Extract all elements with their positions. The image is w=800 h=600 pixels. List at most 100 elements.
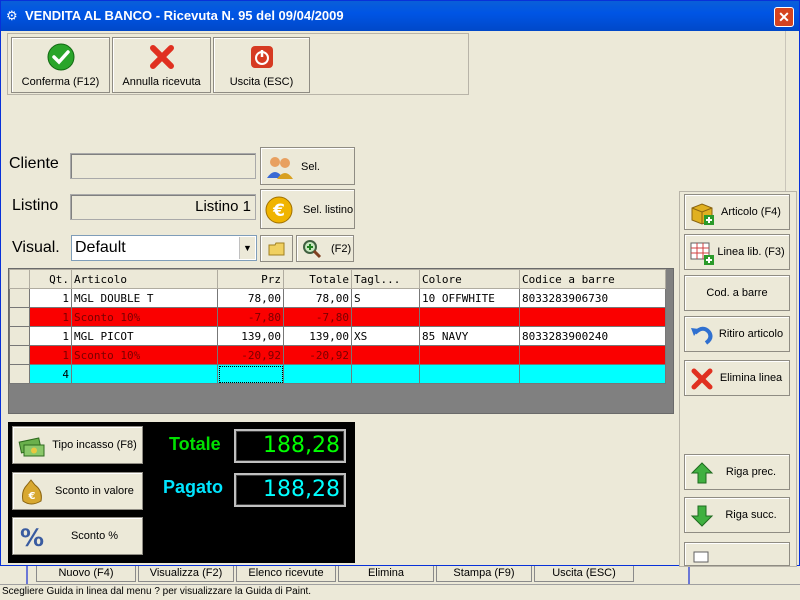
cell-size[interactable]	[351, 345, 420, 365]
table-row[interactable]: 1 MGL DOUBLE T 78,00 78,00 S 10 OFFWHITE…	[9, 288, 666, 308]
paid-value[interactable]: 188,28	[234, 473, 346, 507]
listino-field[interactable]: Listino 1	[70, 194, 256, 220]
cell-color[interactable]	[419, 364, 520, 384]
col-barcode-header[interactable]: Codice a barre	[519, 269, 666, 289]
cell-color[interactable]: 10 OFFWHITE	[419, 288, 520, 308]
cell-barcode[interactable]: 8033283906730	[519, 288, 666, 308]
row-indicator[interactable]	[9, 345, 30, 365]
cell-color[interactable]: 85 NAVY	[419, 326, 520, 346]
cell-size[interactable]: XS	[351, 326, 420, 346]
cell-barcode[interactable]: 8033283900240	[519, 326, 666, 346]
confirm-label: Conferma (F12)	[21, 76, 100, 88]
sale-window: ⚙ VENDITA AL BANCO - Ricevuta N. 95 del …	[0, 0, 800, 567]
more-button-partial[interactable]	[684, 542, 790, 566]
table-row-new[interactable]: 4	[9, 364, 666, 384]
cell-price[interactable]: -7,80	[217, 307, 284, 327]
col-size-header[interactable]: Tagl...	[351, 269, 420, 289]
bg-print-button[interactable]: Stampa (F9)	[436, 564, 532, 582]
cancel-receipt-button[interactable]: Annulla ricevuta	[112, 37, 211, 93]
close-button[interactable]: ✕	[774, 7, 794, 27]
discount-value-button[interactable]: € Sconto in valore	[12, 472, 143, 510]
select-list-button[interactable]: € Sel. listino	[260, 189, 355, 229]
cell-article[interactable]	[71, 364, 218, 384]
cell-total[interactable]	[283, 364, 352, 384]
grid-header: Qt. Articolo Prz Totale Tagl... Colore C…	[9, 269, 666, 289]
table-add-icon	[690, 242, 714, 265]
cell-color[interactable]	[419, 345, 520, 365]
arrow-down-icon	[690, 505, 714, 527]
bg-exit-button[interactable]: Uscita (ESC)	[534, 564, 634, 582]
chevron-down-icon[interactable]: ▼	[239, 237, 255, 259]
previous-row-button[interactable]: Riga prec.	[684, 454, 790, 490]
zoom-button[interactable]: (F2)	[296, 235, 354, 262]
exit-button[interactable]: Uscita (ESC)	[213, 37, 310, 93]
barcode-button[interactable]: Cod. a barre	[684, 275, 790, 311]
cell-total[interactable]: -7,80	[283, 307, 352, 327]
discount-percent-label: Sconto %	[70, 530, 119, 542]
cancel-label: Annulla ricevuta	[122, 76, 201, 88]
add-article-button[interactable]: Articolo (F4)	[684, 194, 790, 230]
row-indicator[interactable]	[9, 364, 30, 384]
bg-view-button[interactable]: Visualizza (F2)	[138, 564, 234, 582]
confirm-button[interactable]: Conferma (F12)	[11, 37, 110, 93]
visual-select[interactable]: Default ▼	[71, 235, 257, 261]
folder-icon	[268, 242, 285, 256]
payment-type-button[interactable]: Tipo incasso (F8)	[12, 426, 143, 464]
col-price-header[interactable]: Prz	[217, 269, 284, 289]
cell-qty[interactable]: 1	[29, 288, 72, 308]
row-indicator[interactable]	[9, 288, 30, 308]
bg-new-button[interactable]: Nuovo (F4)	[36, 564, 136, 582]
cell-color[interactable]	[419, 307, 520, 327]
power-icon	[250, 46, 273, 68]
next-row-button[interactable]: Riga succ.	[684, 497, 790, 533]
cell-article[interactable]: MGL PICOT	[71, 326, 218, 346]
col-color-header[interactable]: Colore	[419, 269, 520, 289]
cell-total[interactable]: -20,92	[283, 345, 352, 365]
select-client-button[interactable]: Sel. cliente	[260, 147, 355, 211]
undo-arrow-icon	[691, 326, 713, 345]
side-action-panel: Articolo (F4) Linea lib. (F3) Cod. a bar…	[679, 191, 797, 567]
cell-price[interactable]: 78,00	[217, 288, 284, 308]
cell-barcode[interactable]	[519, 307, 666, 327]
cell-qty[interactable]: 4	[29, 364, 72, 384]
cell-qty[interactable]: 1	[29, 345, 72, 365]
cell-barcode[interactable]	[519, 345, 666, 365]
row-indicator[interactable]	[9, 326, 30, 346]
cell-size[interactable]	[351, 364, 420, 384]
arrow-up-icon	[690, 462, 714, 484]
col-total-header[interactable]: Totale	[283, 269, 352, 289]
cell-article[interactable]: Sconto 10%	[71, 307, 218, 327]
visual-label: Visual.	[12, 239, 60, 256]
svg-text:%: %	[20, 524, 44, 552]
delete-line-button[interactable]: Elimina linea	[684, 360, 790, 396]
col-article-header[interactable]: Articolo	[71, 269, 218, 289]
cell-article[interactable]: MGL DOUBLE T	[71, 288, 218, 308]
col-qty-header[interactable]: Qt.	[29, 269, 72, 289]
items-grid[interactable]: Qt. Articolo Prz Totale Tagl... Colore C…	[8, 268, 674, 414]
cell-total[interactable]: 139,00	[283, 326, 352, 346]
select-list-label: Sel. listino	[303, 204, 354, 216]
free-line-button[interactable]: Linea lib. (F3)	[684, 234, 790, 270]
cell-barcode[interactable]	[519, 364, 666, 384]
check-icon	[47, 43, 74, 71]
vertical-scrollbar[interactable]	[785, 31, 798, 191]
cell-price-focused[interactable]	[217, 364, 284, 384]
return-article-button[interactable]: Ritiro articolo	[684, 316, 790, 352]
cell-price[interactable]: -20,92	[217, 345, 284, 365]
cell-qty[interactable]: 1	[29, 326, 72, 346]
row-indicator[interactable]	[9, 307, 30, 327]
bg-receipts-button[interactable]: Elenco ricevute	[236, 564, 336, 582]
discount-percent-button[interactable]: % Sconto %	[12, 517, 143, 555]
cell-size[interactable]	[351, 307, 420, 327]
cell-qty[interactable]: 1	[29, 307, 72, 327]
cliente-field[interactable]	[70, 153, 256, 179]
table-row[interactable]: 1 Sconto 10% -7,80 -7,80	[9, 307, 666, 327]
cell-total[interactable]: 78,00	[283, 288, 352, 308]
cell-article[interactable]: Sconto 10%	[71, 345, 218, 365]
table-row[interactable]: 1 MGL PICOT 139,00 139,00 XS 85 NAVY 803…	[9, 326, 666, 346]
bg-delete-button[interactable]: Elimina	[338, 564, 434, 582]
table-row[interactable]: 1 Sconto 10% -20,92 -20,92	[9, 345, 666, 365]
open-folder-button[interactable]	[260, 235, 293, 262]
cell-size[interactable]: S	[351, 288, 420, 308]
cell-price[interactable]: 139,00	[217, 326, 284, 346]
